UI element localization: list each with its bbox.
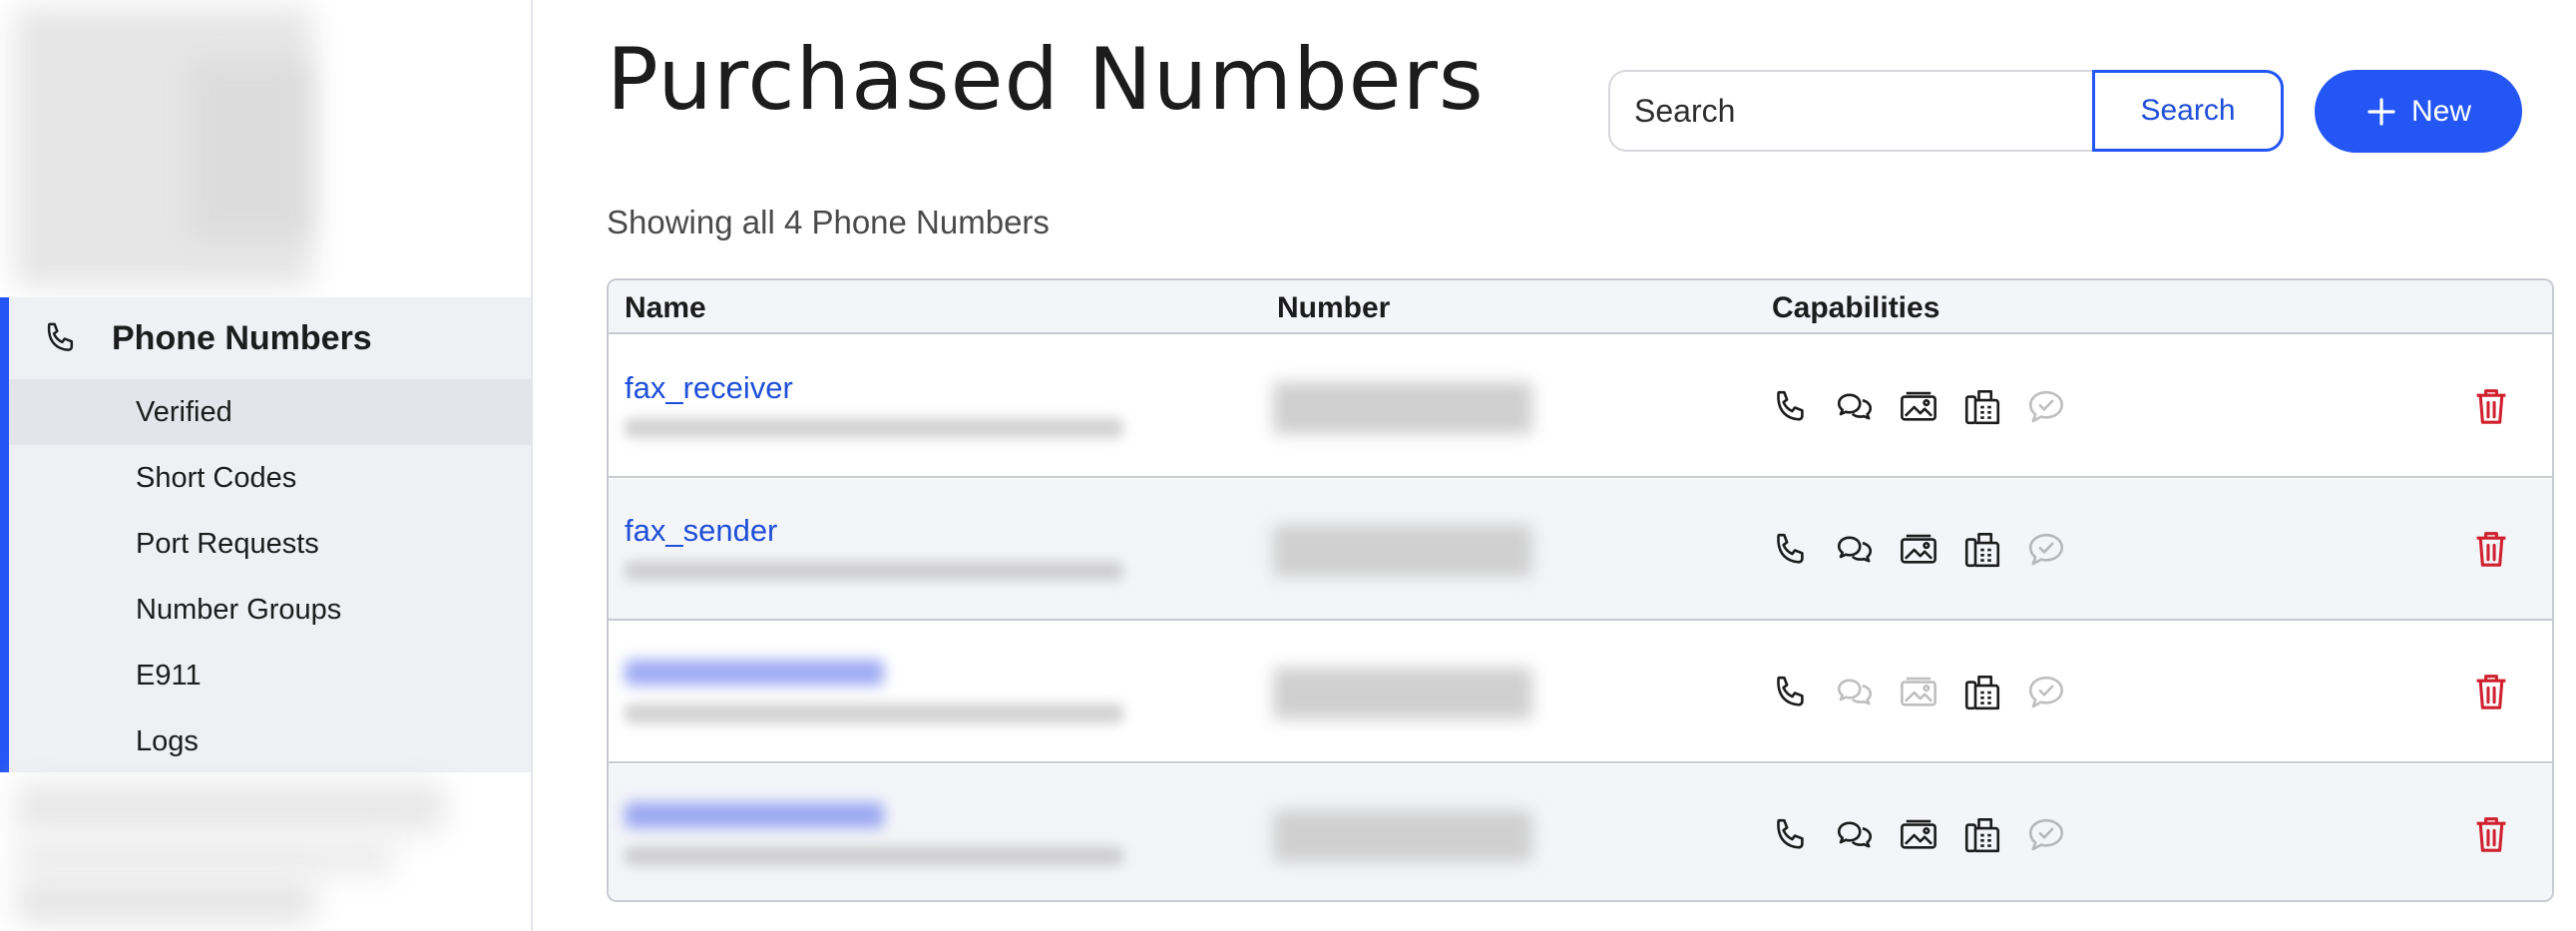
verified-check-icon	[2025, 672, 2067, 713]
sidebar-item-logs[interactable]: Logs	[9, 708, 531, 774]
mms-image-icon	[1898, 814, 1939, 856]
sidebar-item-short-codes[interactable]: Short Codes	[9, 445, 531, 511]
number-id-redacted	[625, 703, 1123, 723]
verified-check-icon	[2025, 814, 2067, 856]
delete-button[interactable]	[2470, 814, 2512, 856]
plus-icon	[2365, 96, 2397, 128]
phone-icon	[1770, 386, 1812, 428]
capabilities-icons	[1770, 527, 2067, 573]
results-summary: Showing all 4 Phone Numbers	[607, 204, 1050, 240]
verified-check-icon	[2025, 529, 2067, 571]
capabilities-icons	[1770, 812, 2067, 858]
table-header: Name Number Capabilities	[609, 280, 2552, 334]
column-header-number: Number	[1277, 291, 1391, 324]
phone-icon	[1770, 672, 1812, 713]
main-content: Purchased Numbers Search New Showing all…	[533, 0, 2576, 931]
phone-number-redacted	[1273, 382, 1532, 434]
number-name-link-redacted[interactable]	[625, 660, 884, 686]
sidebar-item-redacted[interactable]	[16, 836, 395, 876]
new-button-label: New	[2410, 94, 2471, 128]
trash-icon	[2473, 532, 2509, 572]
page-title: Purchased Numbers	[607, 30, 1485, 130]
capabilities-icons	[1770, 384, 2067, 430]
delete-button[interactable]	[2470, 672, 2512, 713]
new-number-button[interactable]: New	[2315, 70, 2522, 153]
table-row	[609, 622, 2552, 763]
mms-image-icon	[1898, 529, 1939, 571]
sms-icon	[1834, 814, 1876, 856]
table-row	[609, 764, 2552, 900]
search-field[interactable]	[1608, 70, 2093, 152]
trash-icon	[2473, 389, 2509, 429]
sms-icon	[1834, 386, 1876, 428]
sidebar-item-redacted[interactable]	[16, 782, 445, 832]
delete-button[interactable]	[2470, 529, 2512, 571]
fax-icon	[1961, 529, 2003, 571]
phone-number-redacted	[1273, 810, 1532, 862]
mms-image-icon	[1898, 672, 1939, 713]
sms-icon	[1834, 529, 1876, 571]
verified-check-icon	[2025, 386, 2067, 428]
trash-icon	[2473, 817, 2509, 857]
fax-icon	[1961, 672, 2003, 713]
sidebar-item-redacted[interactable]	[16, 878, 315, 924]
number-name-link-redacted[interactable]	[625, 802, 884, 828]
column-header-capabilities: Capabilities	[1772, 291, 1940, 324]
column-header-name: Name	[625, 291, 706, 324]
sidebar-item-e911[interactable]: E911	[9, 643, 531, 708]
number-name-link[interactable]: fax_sender	[625, 513, 777, 549]
delete-button[interactable]	[2470, 386, 2512, 428]
sidebar-item-number-groups[interactable]: Number Groups	[9, 577, 531, 643]
sidebar-item-verified[interactable]: Verified	[9, 379, 531, 445]
table-row: fax_receiver	[609, 336, 2552, 478]
trash-icon	[2473, 675, 2509, 714]
number-id-redacted	[625, 846, 1123, 866]
mms-image-icon	[1898, 386, 1939, 428]
sidebar: Phone Numbers Verified Short Codes Port …	[0, 0, 533, 931]
table-row: fax_sender	[609, 479, 2552, 621]
phone-icon	[41, 318, 81, 358]
phone-numbers-table: Name Number Capabilities fax_receiverfax…	[607, 278, 2554, 902]
phone-icon	[1770, 529, 1812, 571]
search-button[interactable]: Search	[2092, 70, 2284, 152]
phone-numbers-nav: Phone Numbers Verified Short Codes Port …	[0, 297, 531, 772]
number-id-redacted	[625, 561, 1123, 581]
number-id-redacted	[625, 418, 1123, 438]
phone-number-redacted	[1273, 668, 1532, 719]
fax-icon	[1961, 814, 2003, 856]
account-logo-redacted-detail	[190, 60, 309, 239]
sidebar-item-port-requests[interactable]: Port Requests	[9, 511, 531, 577]
sidebar-item-phone-numbers[interactable]: Phone Numbers	[9, 297, 531, 379]
capabilities-icons	[1770, 670, 2067, 715]
fax-icon	[1961, 386, 2003, 428]
phone-number-redacted	[1273, 525, 1532, 577]
search-input[interactable]	[1610, 72, 2093, 150]
sidebar-section-label: Phone Numbers	[112, 318, 372, 357]
number-name-link[interactable]: fax_receiver	[625, 370, 793, 406]
sms-icon	[1834, 672, 1876, 713]
phone-icon	[1770, 814, 1812, 856]
